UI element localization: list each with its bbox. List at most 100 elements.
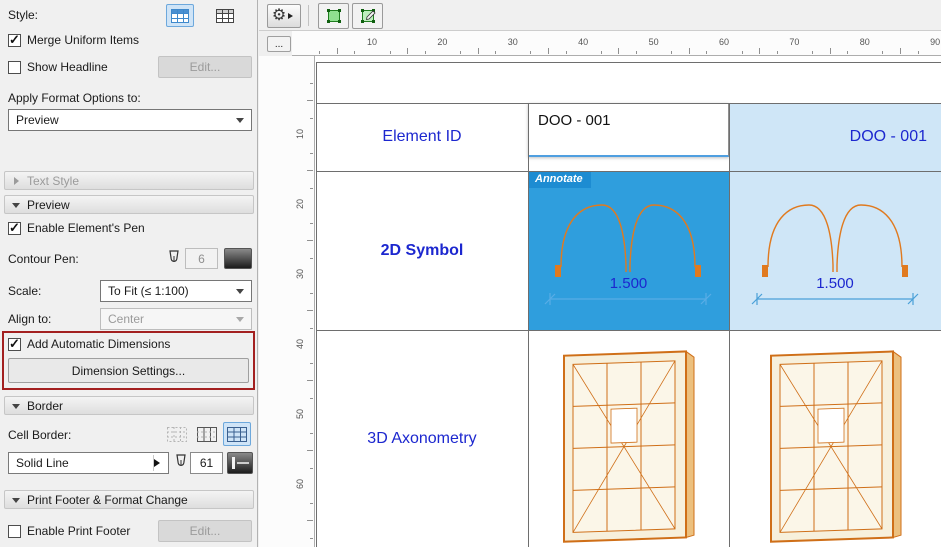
axonometry-cell-2[interactable] xyxy=(729,330,941,547)
ruler-tick xyxy=(307,520,313,521)
print-footer-section-header[interactable]: Print Footer & Format Change xyxy=(4,490,254,509)
checkbox-box xyxy=(8,60,21,74)
border-pen-color-button[interactable] xyxy=(227,452,253,474)
style-plain-grid-button[interactable] xyxy=(211,4,239,27)
element-id-editor-value: DOO - 001 xyxy=(538,112,611,129)
ruler-tick xyxy=(310,82,313,84)
row-header-element-id-cell[interactable]: Element ID xyxy=(316,103,528,171)
element-id-cell-selected[interactable]: DOO - 001 xyxy=(528,103,729,171)
row-label: Element ID xyxy=(382,128,462,145)
ruler-h-label: 30 xyxy=(507,37,518,47)
text-style-section-header[interactable]: Text Style xyxy=(4,171,254,190)
border-line-type-select[interactable]: Solid Line xyxy=(8,452,169,474)
settings-panel: Style: Merge Uniform Items Show Headline… xyxy=(0,0,258,547)
element-id-cell-highlighted[interactable]: DOO - 001 xyxy=(729,103,941,171)
row-header-2d-symbol-cell[interactable]: 2D Symbol xyxy=(316,171,528,330)
dimension-value: 1.500 xyxy=(816,275,854,292)
ruler-tick xyxy=(319,51,321,54)
door-3d-image xyxy=(770,350,902,543)
settings-menu-button[interactable]: ⚙ xyxy=(267,4,301,28)
vertical-ruler[interactable]: 10 20 30 40 50 60 xyxy=(259,56,315,547)
ruler-v-label: 50 xyxy=(295,409,305,420)
add-automatic-dimensions-label: Add Automatic Dimensions xyxy=(27,337,171,351)
pen-color-preview-icon xyxy=(232,457,249,469)
schedule-preview-canvas[interactable]: Element ID DOO - 001 DOO - 001 2D Symbol… xyxy=(315,56,941,547)
ruler-tick xyxy=(548,48,549,54)
ruler-tick xyxy=(618,48,620,54)
ruler-options-button[interactable]: ... xyxy=(267,36,291,52)
ruler-tick xyxy=(307,240,313,241)
ruler-tick xyxy=(600,51,602,54)
ruler-tick xyxy=(310,257,313,259)
ruler-corner: ... xyxy=(259,31,292,56)
align-to-select[interactable]: Center xyxy=(100,308,252,330)
ruler-tick xyxy=(706,51,708,54)
ruler-tick xyxy=(882,51,884,54)
ruler-h-label: 50 xyxy=(648,37,659,47)
ruler-tick xyxy=(310,362,313,364)
style-table-header-button[interactable] xyxy=(166,4,194,27)
ruler-tick xyxy=(310,292,313,294)
dotted-grid-icon xyxy=(167,426,187,442)
cell-border-all-button[interactable] xyxy=(223,422,251,446)
dimension-settings-button[interactable]: Dimension Settings... xyxy=(8,358,249,383)
marquee-select-button[interactable] xyxy=(318,3,349,29)
chevron-down-icon xyxy=(12,203,20,212)
cell-border-vertical-button[interactable] xyxy=(193,422,221,446)
add-automatic-dimensions-checkbox[interactable]: Add Automatic Dimensions xyxy=(8,336,171,352)
ruler-tick xyxy=(460,51,461,54)
ruler-v-label: 20 xyxy=(295,199,305,210)
headline-edit-button[interactable]: Edit... xyxy=(158,56,252,78)
border-pen-number-field[interactable]: 61 xyxy=(190,452,223,474)
print-footer-edit-button[interactable]: Edit... xyxy=(158,520,252,542)
scale-label: Scale: xyxy=(8,284,42,298)
vertical-grid-icon xyxy=(197,426,217,442)
apply-format-select[interactable]: Preview xyxy=(8,109,252,131)
checkbox-box xyxy=(8,524,21,538)
table-grid-icon xyxy=(216,8,234,23)
row-label: 3D Axonometry xyxy=(367,429,477,447)
table-grid-line xyxy=(316,103,941,104)
ruler-tick xyxy=(829,48,831,54)
symbol-2d-cell-highlighted[interactable]: 1.500 xyxy=(729,171,941,330)
toolbar-separator xyxy=(308,5,309,26)
contour-pen-color-button[interactable] xyxy=(224,248,252,269)
horizontal-ruler[interactable]: 10 20 30 40 50 60 70 80 90 xyxy=(292,31,941,56)
enable-print-footer-checkbox[interactable]: Enable Print Footer xyxy=(8,524,130,538)
ruler-tick xyxy=(310,432,313,434)
row-header-3d-axonometry-cell[interactable]: 3D Axonometry xyxy=(316,330,528,547)
preview-section-header[interactable]: Preview xyxy=(4,195,254,214)
style-label: Style: xyxy=(8,8,39,22)
ruler-tick xyxy=(307,450,313,451)
show-headline-checkbox[interactable]: Show Headline xyxy=(8,60,108,74)
ruler-tick xyxy=(407,48,409,54)
contour-pen-number-field[interactable]: 6 xyxy=(185,248,218,269)
ruler-v-label: 30 xyxy=(295,269,305,280)
ruler-tick xyxy=(307,100,313,101)
scale-select[interactable]: To Fit (≤ 1:100) xyxy=(100,280,252,302)
preview-section-label: Preview xyxy=(27,197,70,212)
ruler-tick xyxy=(336,48,338,54)
door-2d-symbol xyxy=(762,204,908,277)
border-section-header[interactable]: Border xyxy=(4,396,254,415)
ruler-tick xyxy=(495,51,497,54)
marquee-edit-button[interactable] xyxy=(352,3,383,29)
checkbox-box xyxy=(8,220,21,236)
cell-border-none-button[interactable] xyxy=(163,422,191,446)
merge-uniform-items-checkbox[interactable]: Merge Uniform Items xyxy=(8,32,139,48)
ruler-h-label: 90 xyxy=(930,37,941,47)
element-id-editor[interactable]: DOO - 001 xyxy=(528,103,729,157)
chevron-right-icon xyxy=(14,177,23,185)
symbol-2d-cell-selected[interactable]: Annotate 1.500 xyxy=(528,171,729,330)
ruler-tick xyxy=(776,51,778,54)
annotate-tag[interactable]: Annotate xyxy=(528,171,591,188)
ruler-tick xyxy=(530,51,532,54)
checkbox-box xyxy=(8,32,21,48)
chevron-down-icon xyxy=(12,404,20,413)
ruler-v-label: 10 xyxy=(295,129,305,140)
enable-elements-pen-checkbox[interactable]: Enable Element's Pen xyxy=(8,220,145,236)
axonometry-cell-1[interactable] xyxy=(528,330,729,547)
table-grid-line xyxy=(316,62,317,547)
ruler-tick xyxy=(310,327,313,329)
ruler-v-label: 40 xyxy=(295,339,305,350)
